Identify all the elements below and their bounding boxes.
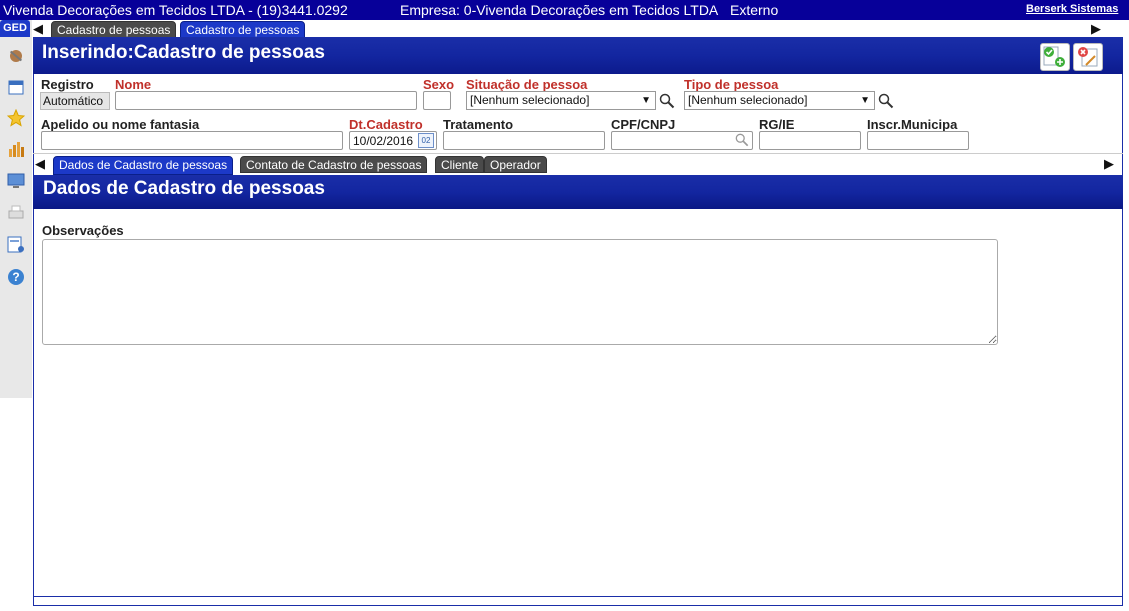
registro-label: Registro <box>41 77 94 92</box>
page-title: Inserindo:Cadastro de pessoas <box>42 42 325 63</box>
company-phone-text: Vivenda Decorações em Tecidos LTDA - (19… <box>3 2 348 18</box>
observacoes-textarea[interactable] <box>42 239 998 345</box>
calendar-icon[interactable]: 02 <box>418 133 434 148</box>
cancel-edit-icon <box>1078 47 1098 67</box>
registro-value: Automático <box>40 92 110 110</box>
tipo-label: Tipo de pessoa <box>684 77 779 92</box>
situacao-select-value: [Nenhum selecionado] <box>470 93 590 107</box>
dtcadastro-label: Dt.Cadastro <box>349 117 423 132</box>
situacao-select[interactable]: [Nenhum selecionado] ▼ <box>466 91 656 110</box>
save-add-icon <box>1043 46 1065 67</box>
svg-text:?: ? <box>12 270 19 284</box>
apelido-label: Apelido ou nome fantasia <box>41 117 200 132</box>
tratamento-field[interactable] <box>443 131 605 150</box>
printer-icon[interactable] <box>7 204 25 222</box>
divider <box>33 153 1123 154</box>
monitor-icon[interactable] <box>7 172 25 190</box>
search-icon[interactable] <box>735 133 749 147</box>
chevron-down-icon: ▼ <box>641 95 651 106</box>
bar-chart-icon[interactable] <box>7 140 25 158</box>
tratamento-label: Tratamento <box>443 117 514 132</box>
cancel-edit-button[interactable] <box>1073 43 1103 71</box>
save-add-button[interactable] <box>1040 43 1070 71</box>
mode-text: Externo <box>730 2 779 18</box>
report-user-icon[interactable] <box>7 236 25 254</box>
inscr-label: Inscr.Municipa <box>867 117 958 132</box>
situacao-label: Situação de pessoa <box>466 77 588 92</box>
calendar-day: 02 <box>421 136 431 145</box>
tabs-scroll-left-icon[interactable]: ◀ <box>33 21 43 37</box>
search-icon[interactable] <box>659 93 675 109</box>
tab-cadastro-pessoas-1[interactable]: Cadastro de pessoas <box>51 21 177 38</box>
section-tabs-right-icon[interactable]: ▶ <box>1104 156 1114 172</box>
rg-field[interactable] <box>759 131 861 150</box>
nome-label: Nome <box>115 77 152 92</box>
tipo-select[interactable]: [Nenhum selecionado] ▼ <box>684 91 875 110</box>
tabs-scroll-right-icon[interactable]: ▶ <box>1091 21 1101 37</box>
tab-contato-cadastro[interactable]: Contato de Cadastro de pessoas <box>240 156 428 173</box>
vendor-link[interactable]: Berserk Sistemas <box>1026 3 1118 15</box>
calendar-icon[interactable] <box>7 78 25 96</box>
section-tabs-left-icon[interactable]: ◀ <box>35 156 45 172</box>
section-title: Dados de Cadastro de pessoas <box>43 178 325 199</box>
help-icon[interactable]: ? <box>7 268 25 286</box>
tab-cliente[interactable]: Cliente <box>435 156 485 173</box>
ged-button[interactable]: GED <box>0 20 30 37</box>
apelido-field[interactable] <box>41 131 343 150</box>
star-icon[interactable] <box>7 109 25 127</box>
search-icon[interactable] <box>878 93 894 109</box>
tab-dados-cadastro[interactable]: Dados de Cadastro de pessoas <box>53 156 234 175</box>
tab-operador[interactable]: Operador <box>484 156 547 173</box>
observacoes-label: Observações <box>42 223 124 238</box>
cpf-field[interactable] <box>611 131 753 150</box>
chevron-down-icon: ▼ <box>860 95 870 106</box>
cpf-label: CPF/CNPJ <box>611 117 676 132</box>
tab-cadastro-pessoas-2[interactable]: Cadastro de pessoas <box>180 21 306 38</box>
left-sidebar: GED ? <box>0 20 32 398</box>
empresa-text: Empresa: 0-Vivenda Decorações em Tecidos… <box>400 2 719 18</box>
tools-icon[interactable] <box>7 47 25 65</box>
tipo-select-value: [Nenhum selecionado] <box>688 93 808 107</box>
app-top-bar: Vivenda Decorações em Tecidos LTDA - (19… <box>0 0 1129 20</box>
nome-field[interactable] <box>115 91 417 110</box>
rg-label: RG/IE <box>759 117 795 132</box>
inscr-field[interactable] <box>867 131 969 150</box>
sexo-field[interactable] <box>423 91 451 110</box>
bottom-divider <box>33 596 1123 597</box>
sexo-label: Sexo <box>423 77 455 92</box>
